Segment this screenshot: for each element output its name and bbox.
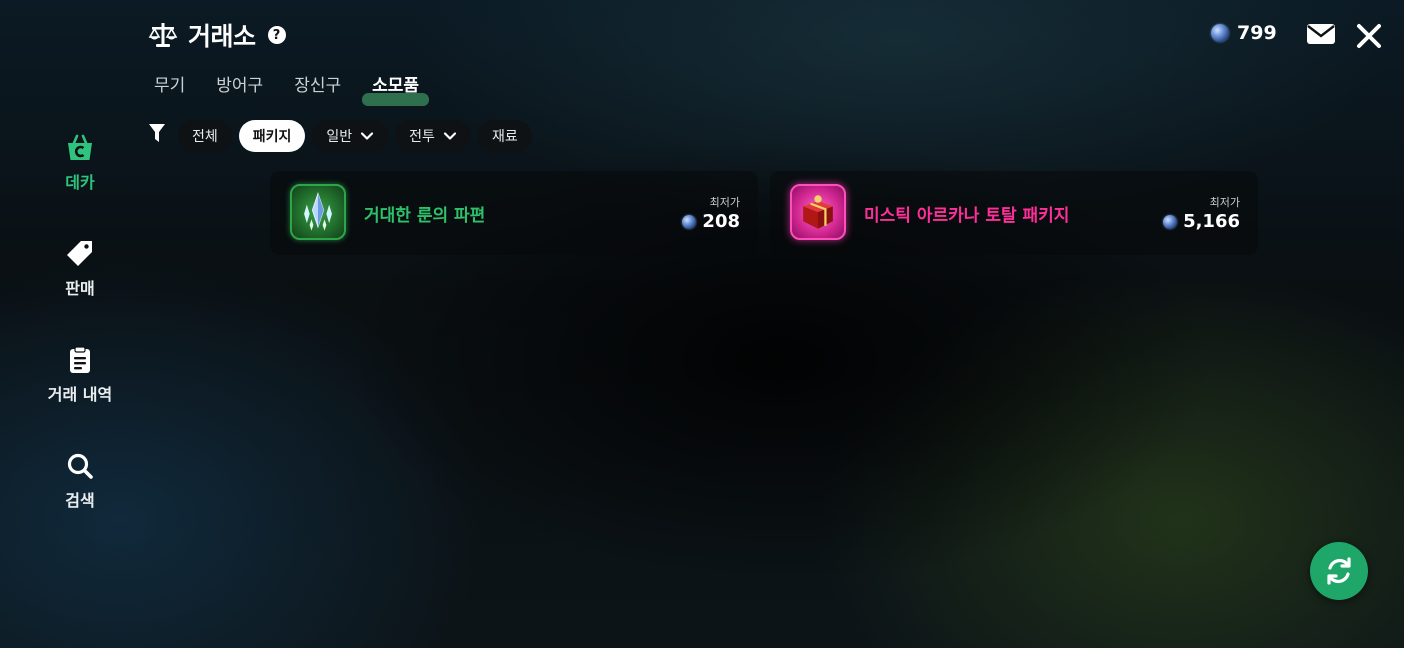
basket-icon	[68, 134, 92, 160]
package-thumbnail	[790, 184, 846, 240]
chevron-down-icon	[361, 132, 374, 140]
item-price: 208	[682, 211, 740, 232]
tab-label: 소모품	[372, 76, 420, 96]
sidebar-item-label: 거래 내역	[47, 385, 113, 404]
filter-combat-dropdown[interactable]: 전투	[395, 120, 471, 152]
tab-armor[interactable]: 방어구	[206, 72, 273, 102]
filter-all[interactable]: 전체	[178, 120, 232, 152]
price-value: 208	[702, 211, 740, 232]
item-name: 거대한 룬의 파편	[364, 206, 486, 226]
clipboard-icon	[70, 346, 90, 373]
category-tabs: 무기 방어구 장신구 소모품	[144, 72, 440, 106]
tab-label: 무기	[154, 76, 186, 96]
lowest-price-label: 최저가	[709, 196, 740, 209]
sidebar-item-deca[interactable]: 데카	[30, 133, 130, 193]
scale-icon	[148, 23, 178, 47]
filter-package[interactable]: 패키지	[238, 120, 306, 152]
sidebar-item-history[interactable]: 거래 내역	[30, 345, 130, 405]
refresh-icon	[1327, 557, 1351, 585]
sidebar-item-label: 판매	[65, 279, 95, 298]
page-title: 거래소	[188, 22, 256, 51]
filter-material[interactable]: 재료	[477, 120, 532, 152]
rune-shard-thumbnail	[290, 184, 346, 240]
sidebar-item-search[interactable]: 검색	[30, 451, 130, 511]
item-price: 5,166	[1163, 211, 1240, 232]
list-item[interactable]: 미스틱 아르카나 토탈 패키지 최저가 5,166	[770, 171, 1258, 255]
filter-general-dropdown[interactable]: 일반	[312, 120, 389, 152]
tab-consumable[interactable]: 소모품	[362, 72, 430, 106]
chip-label: 재료	[491, 129, 518, 145]
filter-icon[interactable]	[148, 122, 166, 144]
close-icon[interactable]	[1354, 21, 1384, 51]
filter-chips: 전체 패키지 일반 전투 재료	[178, 120, 532, 152]
tab-label: 장신구	[294, 76, 342, 96]
currency-amount: 799	[1237, 22, 1277, 44]
chip-label: 전체	[192, 129, 218, 145]
sidebar-item-label: 검색	[65, 491, 95, 510]
blue-gem-icon	[1163, 214, 1178, 229]
currency-display: 799	[1211, 22, 1277, 44]
lowest-price-label: 최저가	[1209, 196, 1240, 209]
tab-label: 방어구	[216, 76, 264, 96]
mail-icon[interactable]	[1306, 22, 1336, 46]
chevron-down-icon	[443, 132, 457, 140]
blue-gem-icon	[682, 214, 697, 229]
sidebar-item-sell[interactable]: 판매	[30, 239, 130, 299]
gift-box-icon	[803, 195, 833, 229]
sidebar-item-label: 데카	[65, 173, 95, 192]
tab-accessory[interactable]: 장신구	[284, 72, 351, 102]
tag-icon	[67, 241, 92, 266]
list-item[interactable]: 거대한 룬의 파편 최저가 208	[270, 171, 758, 255]
search-icon	[67, 453, 93, 479]
chip-label: 일반	[326, 129, 353, 145]
blue-gem-icon	[1211, 24, 1229, 42]
page-header: 거래소 ?	[148, 18, 286, 52]
price-value: 5,166	[1183, 211, 1240, 232]
item-name: 미스틱 아르카나 토탈 패키지	[864, 206, 1070, 226]
chip-label: 패키지	[252, 129, 292, 145]
chip-label: 전투	[409, 129, 435, 145]
refresh-button[interactable]	[1310, 542, 1368, 600]
help-button[interactable]: ?	[267, 26, 286, 44]
crystal-icon	[304, 191, 332, 231]
tab-weapon[interactable]: 무기	[144, 72, 195, 102]
